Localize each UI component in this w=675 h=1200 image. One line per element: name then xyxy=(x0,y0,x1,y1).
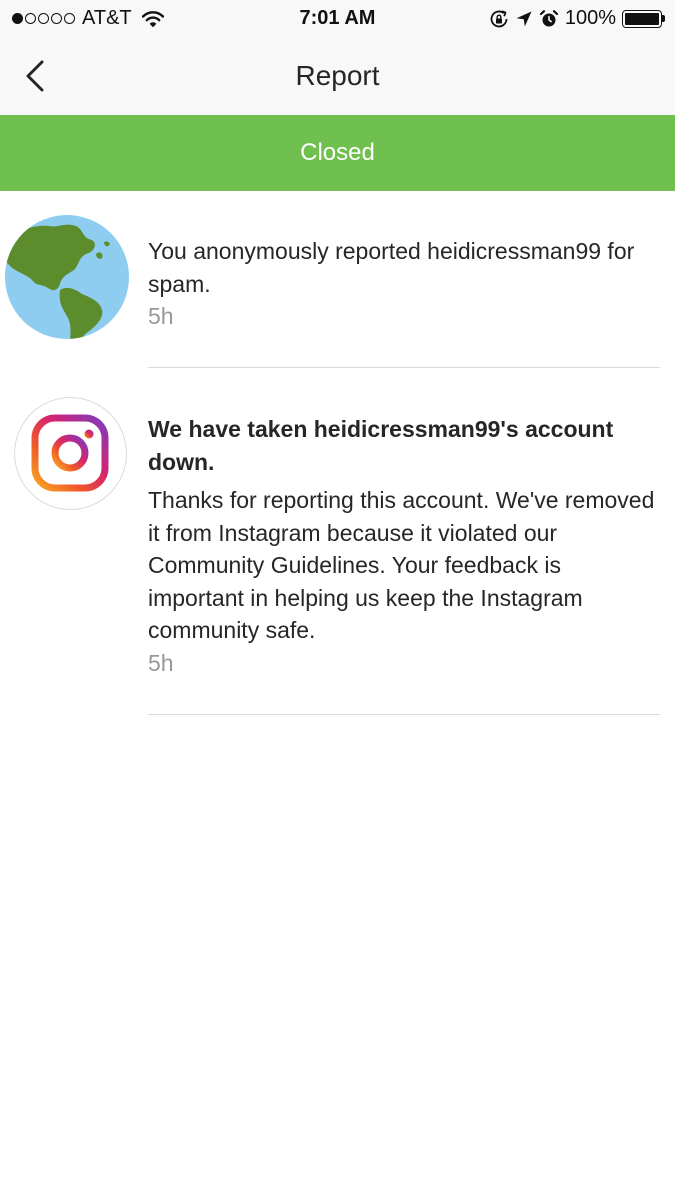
timestamp: 5h xyxy=(148,649,174,676)
list-item: You anonymously reported heidicressman99… xyxy=(0,191,675,368)
battery-percent: 100% xyxy=(564,7,616,29)
takedown-notice: We have taken heidicressman99's account … xyxy=(148,413,663,679)
alarm-icon xyxy=(539,9,558,26)
rotation-lock-icon xyxy=(490,9,508,27)
status-bar: AT&T 7:01 AM 100% xyxy=(0,0,675,38)
timestamp: 5h xyxy=(148,303,174,329)
instagram-logo-icon xyxy=(31,414,109,492)
divider xyxy=(148,714,660,715)
location-arrow-icon xyxy=(516,11,532,26)
globe-icon xyxy=(5,215,129,339)
page-title: Report xyxy=(295,60,380,91)
list-item: We have taken heidicressman99's account … xyxy=(0,368,675,715)
notice-text: Thanks for reporting this account. We've… xyxy=(148,487,655,643)
battery-icon xyxy=(622,9,665,28)
notice-headline: We have taken heidicressman99's account … xyxy=(148,416,614,475)
notice-text: You anonymously reported heidicressman99… xyxy=(148,238,635,297)
report-screen: AT&T 7:01 AM 100% Report Closed You anon… xyxy=(0,0,675,1200)
status-banner: Closed xyxy=(0,115,675,191)
navigation-bar: Report xyxy=(0,38,675,115)
avatar xyxy=(14,397,127,510)
report-notice: You anonymously reported heidicressman99… xyxy=(148,235,663,333)
status-right: 100% xyxy=(489,7,665,30)
